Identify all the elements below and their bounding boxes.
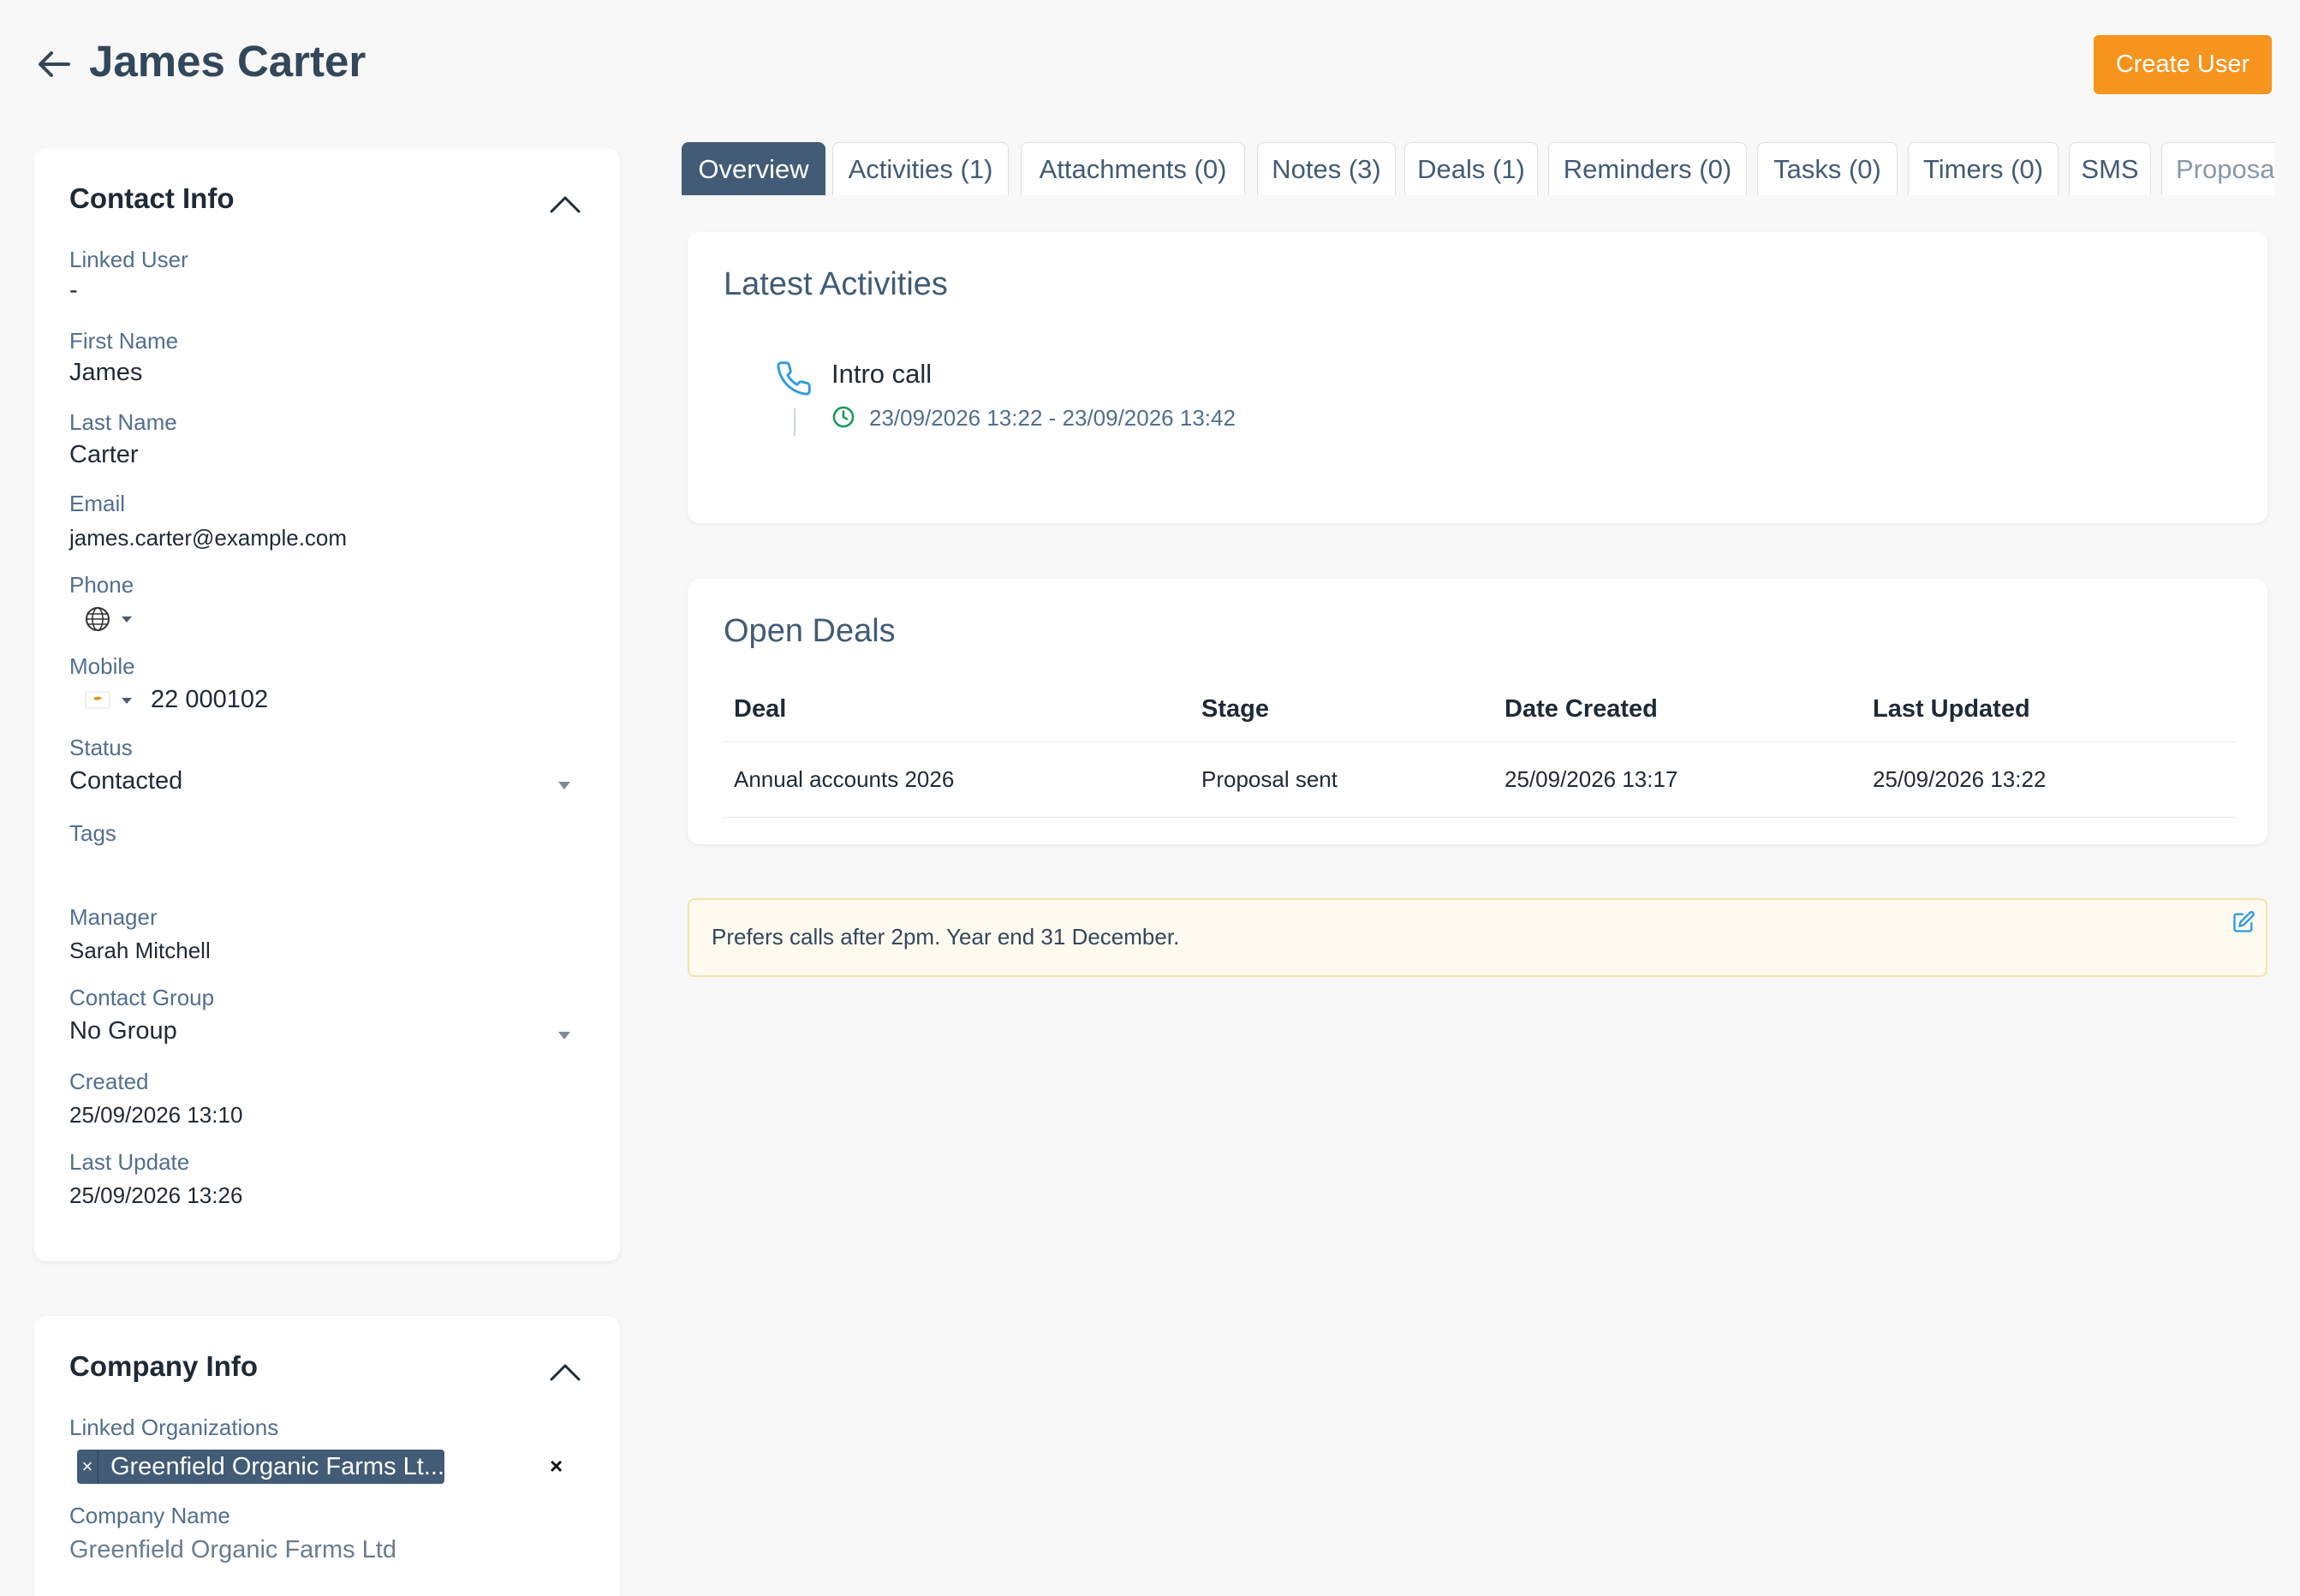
open-deals-card: Open Deals Deal Stage Date Created Last … bbox=[688, 579, 2267, 844]
country-flag-icon[interactable] bbox=[84, 686, 111, 713]
mobile-label: Mobile bbox=[69, 653, 135, 679]
clear-organizations-icon[interactable]: × bbox=[550, 1453, 563, 1480]
tab-notes[interactable]: Notes (3) bbox=[1257, 142, 1396, 195]
created-value: 25/09/2026 13:10 bbox=[69, 1102, 243, 1128]
first-name-label: First Name bbox=[69, 328, 179, 354]
chevron-up-icon[interactable] bbox=[548, 191, 582, 217]
note-text: Prefers calls after 2pm. Year end 31 Dec… bbox=[712, 924, 1180, 950]
company-name-label: Company Name bbox=[69, 1503, 230, 1528]
contact-group-select[interactable]: No Group bbox=[69, 1017, 177, 1045]
tab-sms[interactable]: SMS bbox=[2069, 142, 2151, 195]
last-update-label: Last Update bbox=[69, 1149, 190, 1175]
tags-label: Tags bbox=[69, 820, 116, 846]
edit-icon[interactable] bbox=[2231, 910, 2255, 934]
chip-remove-icon[interactable]: × bbox=[77, 1450, 98, 1484]
mobile-value[interactable]: 22 000102 bbox=[151, 686, 268, 714]
tab-overview[interactable]: Overview bbox=[682, 142, 825, 195]
column-header-date-created[interactable]: Date Created bbox=[1493, 678, 1861, 742]
tab-proposals[interactable]: Proposals bbox=[2161, 142, 2274, 195]
timeline-line bbox=[794, 408, 795, 436]
column-header-stage[interactable]: Stage bbox=[1189, 678, 1493, 742]
deals-table: Deal Stage Date Created Last Updated Ann… bbox=[722, 678, 2236, 818]
status-label: Status bbox=[69, 735, 133, 760]
latest-activities-card: Latest Activities Intro call 23/09/2026 … bbox=[688, 232, 2267, 523]
deal-name-cell[interactable]: Annual accounts 2026 bbox=[722, 741, 1189, 818]
contact-info-card: Contact Info Linked User - First Name Ja… bbox=[34, 148, 620, 1261]
tab-timers[interactable]: Timers (0) bbox=[1908, 142, 2059, 195]
pinned-note: Prefers calls after 2pm. Year end 31 Dec… bbox=[688, 898, 2267, 977]
create-user-button[interactable]: Create User bbox=[2094, 35, 2272, 94]
linked-organization-chip[interactable]: × Greenfield Organic Farms Lt... bbox=[77, 1450, 444, 1484]
contact-group-label: Contact Group bbox=[69, 985, 215, 1010]
activity-time: 23/09/2026 13:22 - 23/09/2026 13:42 bbox=[869, 405, 1236, 431]
last-name-value[interactable]: Carter bbox=[69, 441, 139, 469]
tab-deals[interactable]: Deals (1) bbox=[1404, 142, 1538, 195]
deal-last-updated-cell: 25/09/2026 13:22 bbox=[1861, 741, 2236, 818]
status-caret-icon[interactable] bbox=[558, 782, 570, 789]
linked-organizations-label: Linked Organizations bbox=[69, 1414, 279, 1440]
column-header-deal[interactable]: Deal bbox=[722, 678, 1189, 742]
phone-icon bbox=[777, 361, 811, 396]
manager-label: Manager bbox=[69, 904, 158, 930]
tab-activities[interactable]: Activities (1) bbox=[832, 142, 1009, 195]
chip-label: Greenfield Organic Farms Lt... bbox=[110, 1452, 444, 1480]
last-name-label: Last Name bbox=[69, 409, 177, 435]
page-title: James Carter bbox=[89, 37, 366, 86]
tab-bar: Overview Activities (1) Attachments (0) … bbox=[682, 142, 2274, 195]
table-header-row: Deal Stage Date Created Last Updated bbox=[722, 678, 2236, 742]
last-update-value: 25/09/2026 13:26 bbox=[69, 1182, 243, 1208]
linked-user-label: Linked User bbox=[69, 247, 188, 272]
status-select[interactable]: Contacted bbox=[69, 767, 182, 795]
chevron-up-icon[interactable] bbox=[548, 1359, 582, 1385]
company-name-input[interactable]: Greenfield Organic Farms Ltd bbox=[69, 1536, 396, 1564]
mobile-country-caret-icon[interactable] bbox=[122, 698, 132, 704]
activity-title[interactable]: Intro call bbox=[831, 359, 932, 390]
created-label: Created bbox=[69, 1069, 149, 1094]
linked-user-value: - bbox=[69, 277, 78, 304]
tab-tasks[interactable]: Tasks (0) bbox=[1757, 142, 1898, 195]
tab-reminders[interactable]: Reminders (0) bbox=[1548, 142, 1747, 195]
email-label: Email bbox=[69, 491, 126, 516]
first-name-value[interactable]: James bbox=[69, 359, 142, 387]
deal-date-created-cell: 25/09/2026 13:17 bbox=[1493, 741, 1861, 818]
deal-stage-cell: Proposal sent bbox=[1189, 741, 1493, 818]
contact-group-caret-icon[interactable] bbox=[558, 1032, 570, 1039]
back-arrow-icon[interactable] bbox=[34, 45, 74, 84]
manager-value[interactable]: Sarah Mitchell bbox=[69, 938, 211, 964]
column-header-last-updated[interactable]: Last Updated bbox=[1861, 678, 2236, 742]
email-value[interactable]: james.carter@example.com bbox=[69, 525, 347, 551]
contact-info-title: Contact Info bbox=[69, 182, 235, 214]
tab-attachments[interactable]: Attachments (0) bbox=[1021, 142, 1245, 195]
latest-activities-title: Latest Activities bbox=[724, 266, 948, 302]
globe-icon[interactable] bbox=[84, 605, 111, 633]
phone-country-caret-icon[interactable] bbox=[122, 616, 132, 622]
company-info-card: Company Info Linked Organizations × Gree… bbox=[34, 1316, 620, 1596]
clock-icon bbox=[832, 406, 855, 428]
open-deals-title: Open Deals bbox=[724, 613, 896, 649]
table-row[interactable]: Annual accounts 2026 Proposal sent 25/09… bbox=[722, 741, 2236, 818]
company-info-title: Company Info bbox=[69, 1350, 258, 1382]
phone-label: Phone bbox=[69, 572, 134, 598]
